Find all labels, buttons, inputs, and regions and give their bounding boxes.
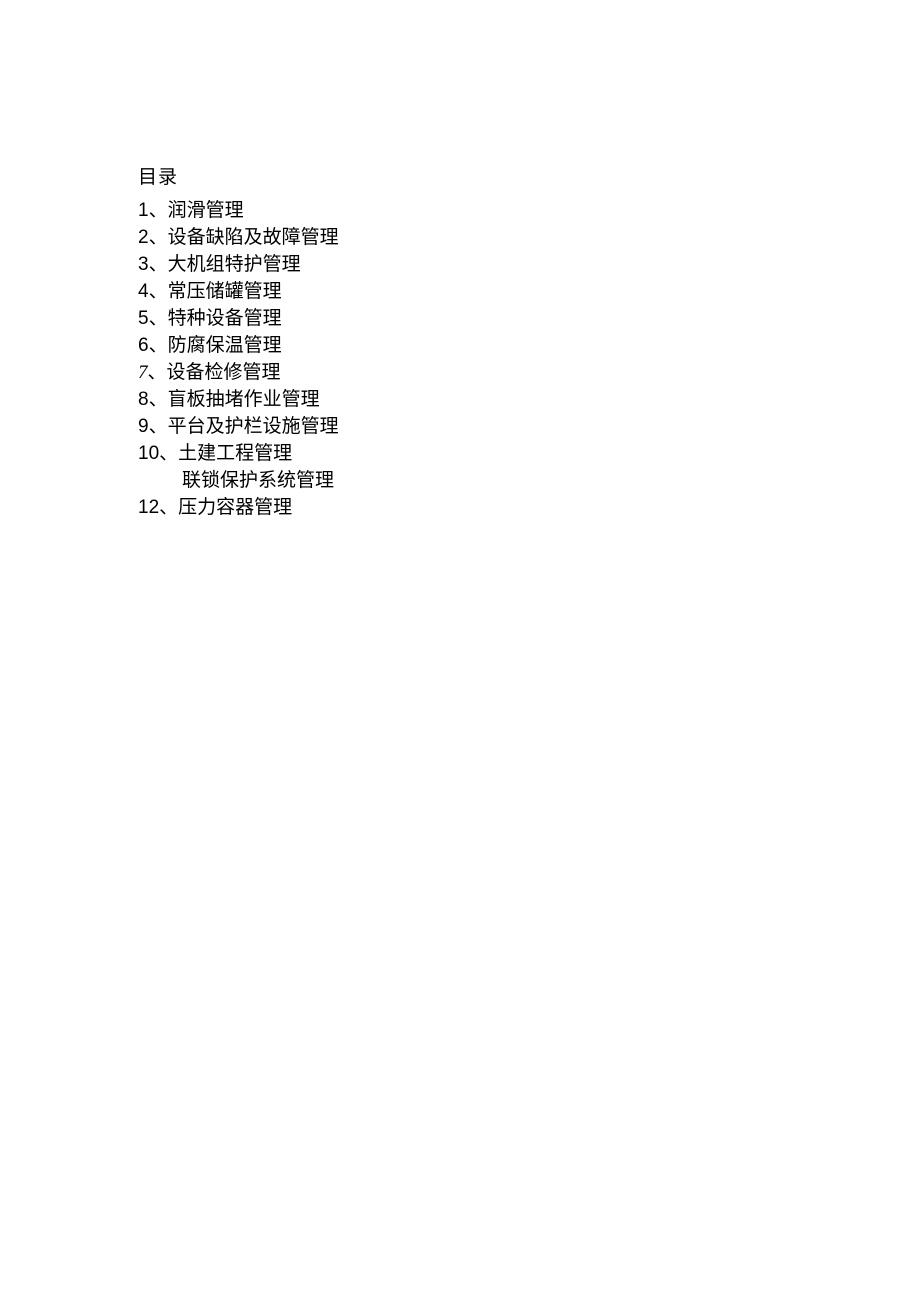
toc-item-number: 10	[138, 443, 159, 464]
toc-item-separator: 、	[149, 416, 168, 437]
toc-item-number: 9	[138, 416, 149, 437]
toc-item-separator: 、	[149, 389, 168, 410]
toc-item-separator: 、	[149, 281, 168, 302]
toc-item: 10、土建工程管理	[138, 440, 920, 467]
toc-item: 联锁保护系统管理	[138, 467, 920, 494]
toc-item: 9、平台及护栏设施管理	[138, 413, 920, 440]
toc-item-separator: 、	[159, 497, 178, 518]
toc-item-number: 5	[138, 308, 149, 329]
toc-item-label: 大机组特护管理	[168, 254, 301, 275]
toc-item-label: 压力容器管理	[178, 497, 292, 518]
toc-item-separator: 、	[149, 335, 168, 356]
toc-item: 4、常压储罐管理	[138, 278, 920, 305]
toc-item-label: 平台及护栏设施管理	[168, 416, 339, 437]
toc-item-number: 1	[138, 200, 149, 221]
toc-item: 3、大机组特护管理	[138, 251, 920, 278]
toc-item-separator: 、	[148, 362, 167, 383]
toc-item-label: 润滑管理	[168, 200, 244, 221]
toc-item-number: 8	[138, 389, 149, 410]
toc-item: 5、特种设备管理	[138, 305, 920, 332]
toc-item-number: 4	[138, 281, 149, 302]
toc-item: 7、设备检修管理	[138, 359, 920, 386]
toc-item: 6、防腐保温管理	[138, 332, 920, 359]
toc-item-separator: 、	[149, 254, 168, 275]
toc-item-label: 防腐保温管理	[168, 335, 282, 356]
toc-item-label: 特种设备管理	[168, 308, 282, 329]
toc-item: 2、设备缺陷及故障管理	[138, 224, 920, 251]
toc-item-label: 联锁保护系统管理	[182, 470, 334, 491]
toc-item: 1、润滑管理	[138, 197, 920, 224]
toc-item-separator: 、	[149, 227, 168, 248]
toc-item-separator: 、	[149, 308, 168, 329]
toc-item-separator: 、	[149, 200, 168, 221]
toc-list: 1、润滑管理2、设备缺陷及故障管理3、大机组特护管理4、常压储罐管理5、特种设备…	[138, 197, 920, 521]
toc-item-number: 2	[138, 227, 149, 248]
document-page: 目录 1、润滑管理2、设备缺陷及故障管理3、大机组特护管理4、常压储罐管理5、特…	[0, 0, 920, 521]
toc-item: 8、盲板抽堵作业管理	[138, 386, 920, 413]
toc-item: 12、压力容器管理	[138, 494, 920, 521]
toc-item-label: 土建工程管理	[178, 443, 292, 464]
toc-item-separator: 、	[159, 443, 178, 464]
toc-title: 目录	[138, 162, 920, 189]
toc-item-number: 7	[138, 362, 148, 383]
toc-item-label: 设备缺陷及故障管理	[168, 227, 339, 248]
toc-item-label: 设备检修管理	[167, 362, 281, 383]
toc-item-label: 盲板抽堵作业管理	[168, 389, 320, 410]
toc-item-number: 6	[138, 335, 149, 356]
toc-item-label: 常压储罐管理	[168, 281, 282, 302]
toc-item-number: 3	[138, 254, 149, 275]
toc-item-number: 12	[138, 497, 159, 518]
